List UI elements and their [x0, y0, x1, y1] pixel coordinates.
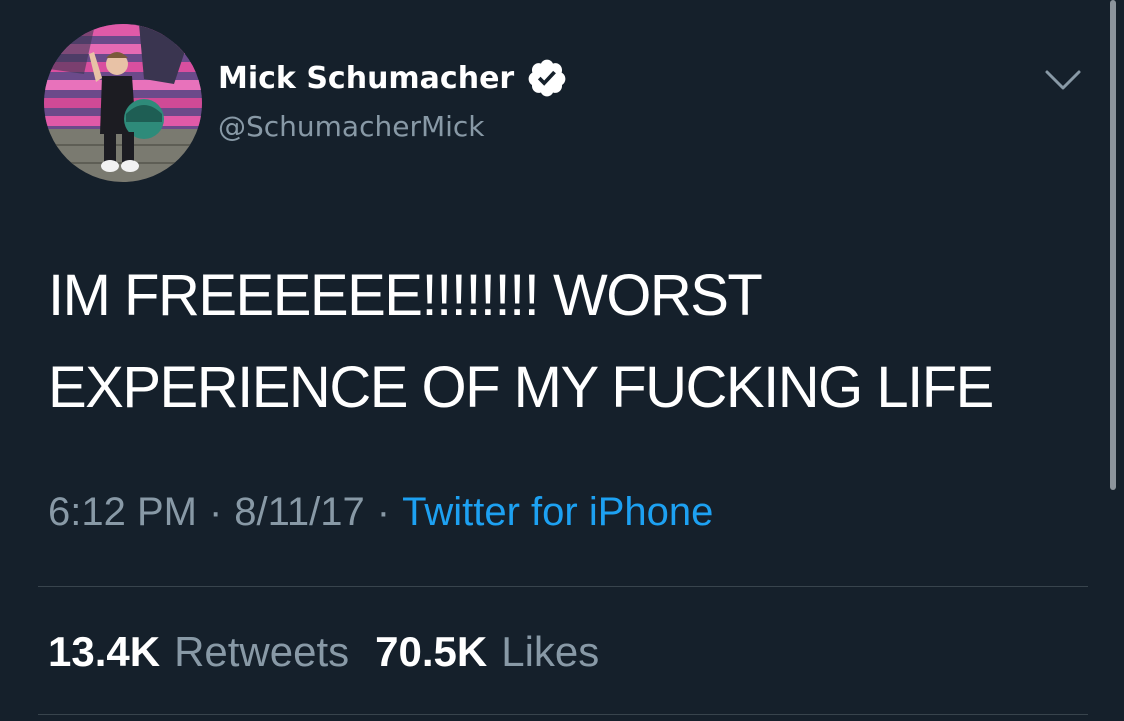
likes-stat[interactable]: 70.5K Likes — [375, 628, 599, 676]
tweet-time[interactable]: 6:12 PM — [48, 490, 197, 535]
scrollbar[interactable] — [1110, 0, 1116, 490]
author-name-row[interactable]: Mick Schumacher — [218, 56, 568, 100]
meta-separator: · — [208, 490, 223, 534]
tweet-meta: 6:12 PM · 8/11/17 · Twitter for iPhone — [48, 490, 713, 535]
avatar-image — [44, 24, 202, 182]
divider — [38, 714, 1088, 715]
user-handle[interactable]: @SchumacherMick — [218, 110, 485, 143]
avatar[interactable] — [44, 24, 202, 182]
divider — [38, 586, 1088, 587]
verified-badge-icon — [526, 57, 568, 99]
retweets-count: 13.4K — [48, 628, 161, 675]
chevron-down-icon[interactable] — [1042, 62, 1084, 98]
retweets-stat[interactable]: 13.4K Retweets — [48, 628, 349, 676]
meta-separator: · — [376, 490, 391, 534]
tweet-stats: 13.4K Retweets 70.5K Likes — [48, 628, 599, 676]
tweet-text: IM FREEEEEE!!!!!!!! WORST EXPERIENCE OF … — [48, 250, 1058, 434]
tweet-text-line-2: EXPERIENCE OF MY FUCKING LIFE — [48, 355, 994, 420]
tweet-source-link[interactable]: Twitter for iPhone — [402, 490, 713, 535]
tweet-date[interactable]: 8/11/17 — [234, 490, 365, 535]
display-name[interactable]: Mick Schumacher — [218, 61, 514, 96]
likes-count: 70.5K — [375, 628, 488, 675]
tweet-text-line-1: IM FREEEEEE!!!!!!!! WORST — [48, 263, 763, 328]
retweets-label: Retweets — [174, 628, 350, 675]
tweet-detail: Mick Schumacher @SchumacherMick IM FREEE… — [0, 0, 1124, 721]
likes-label: Likes — [501, 628, 600, 675]
